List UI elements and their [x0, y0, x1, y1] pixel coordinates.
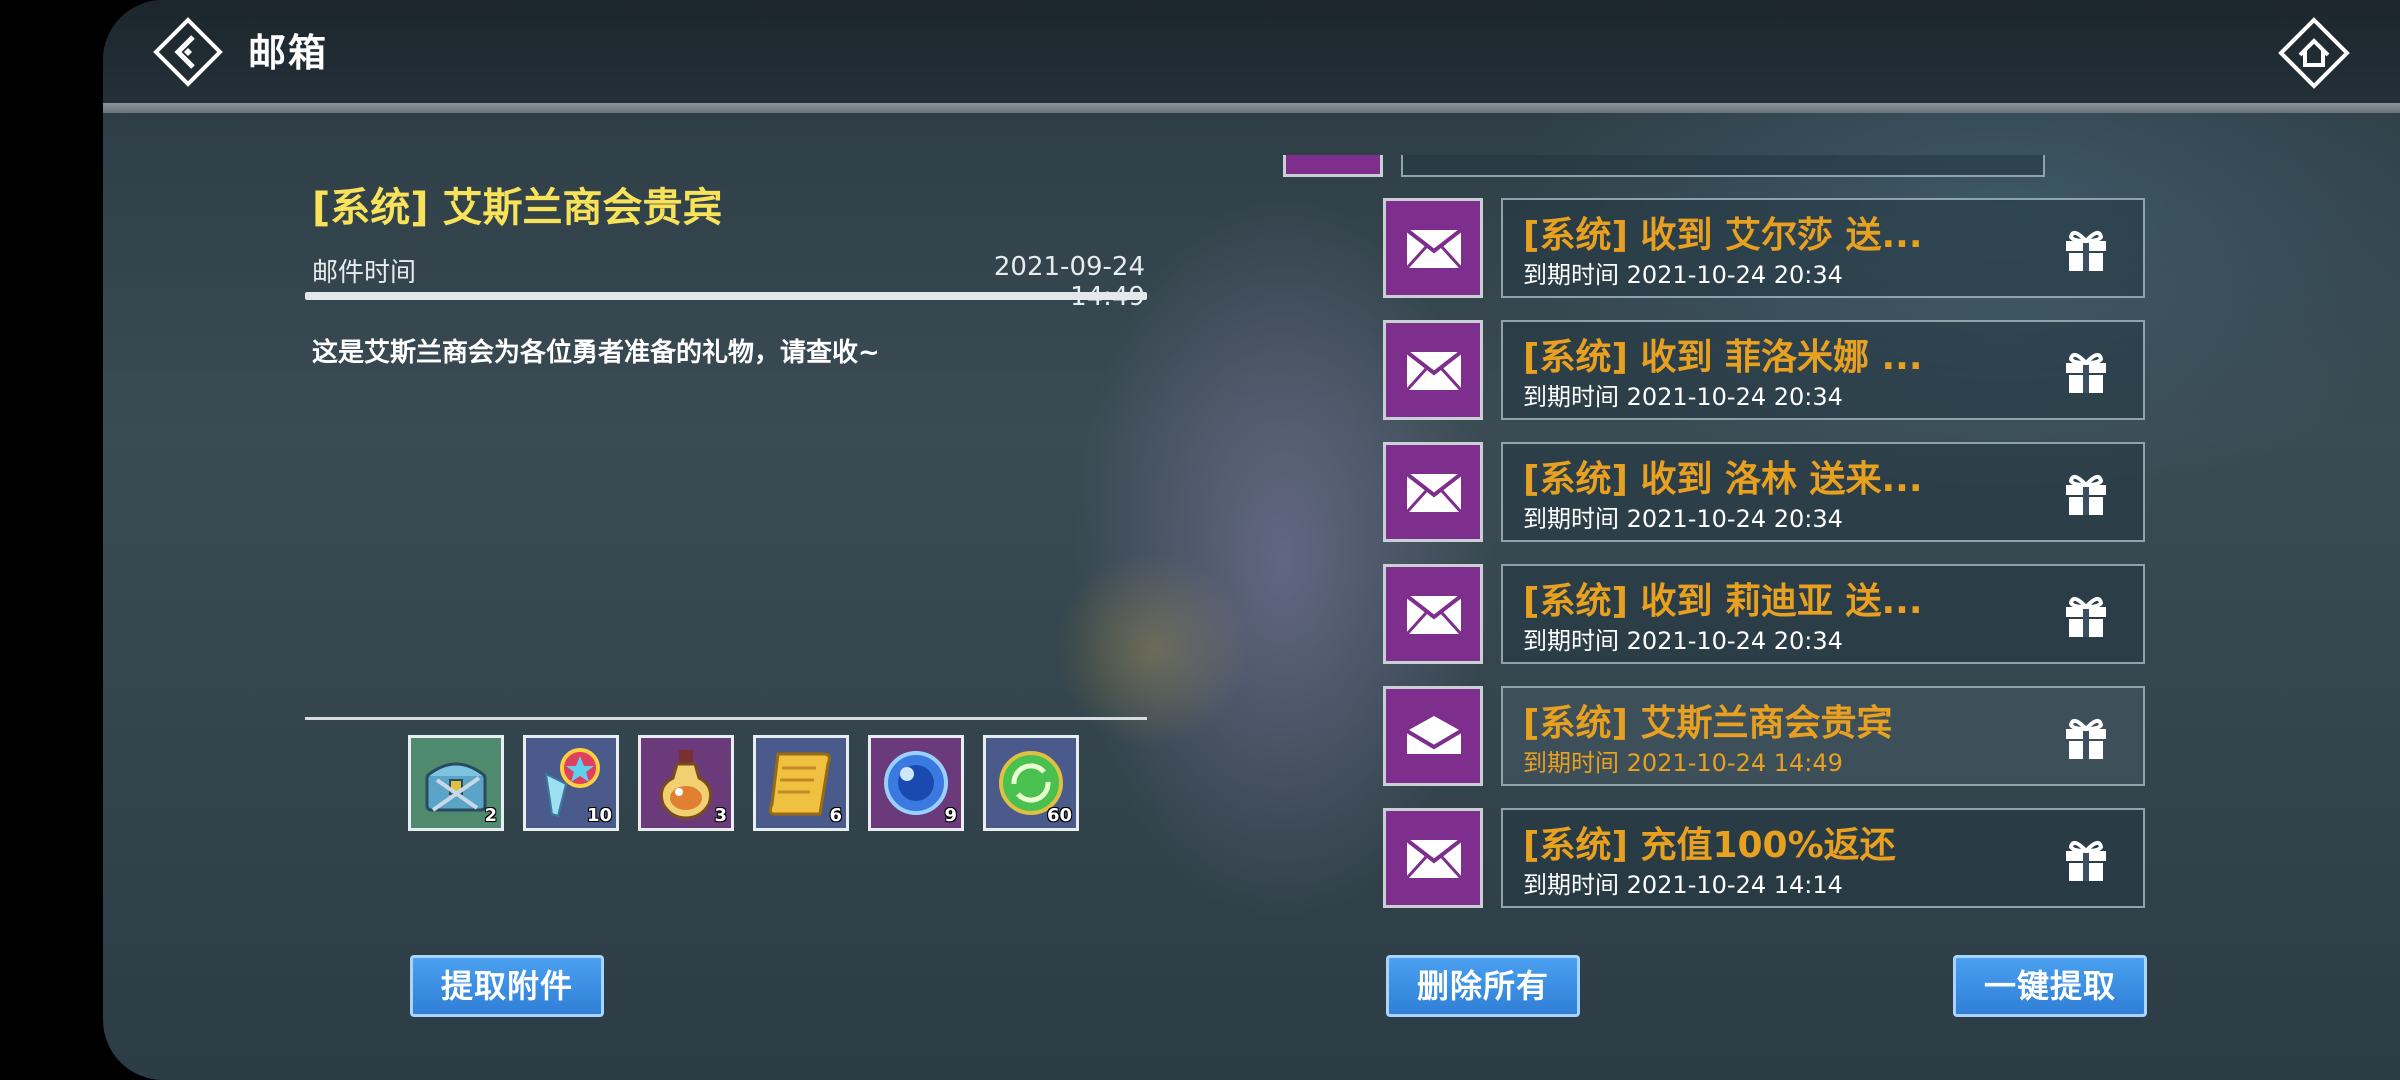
- attachment-item[interactable]: 3: [638, 735, 734, 831]
- header-divider: [103, 103, 2400, 113]
- back-arrow-icon: [153, 17, 223, 87]
- treasure-chest-icon: [425, 762, 487, 812]
- attachment-count: 10: [586, 805, 612, 826]
- scroll-icon: [768, 752, 831, 816]
- claim-all-button[interactable]: 一键提取: [1953, 955, 2147, 1017]
- attachment-count: 3: [714, 805, 727, 826]
- envelope-icon: [1383, 320, 1483, 420]
- open-envelope-icon: [1383, 686, 1483, 786]
- gift-icon: [2066, 474, 2106, 515]
- mail-item-expiry: 到期时间 2021-10-24 20:34: [1523, 627, 1843, 655]
- home-button[interactable]: [2278, 17, 2350, 89]
- mail-card[interactable]: [系统] 收到 菲洛米娜 ... 到期时间 2021-10-24 20:34: [1501, 320, 2145, 420]
- mail-item-title: [系统] 收到 菲洛米娜 ...: [1523, 337, 1923, 378]
- mail-item-title: [系统] 收到 艾尔莎 送...: [1523, 215, 1923, 256]
- envelope-icon: [1383, 198, 1483, 298]
- mail-body-text: 这是艾斯兰商会为各位勇者准备的礼物，请查收~: [312, 338, 880, 368]
- potion-icon: [659, 750, 713, 820]
- back-button[interactable]: [153, 17, 223, 87]
- mail-list-item[interactable]: [系统] 收到 莉迪亚 送... 到期时间 2021-10-24 20:34: [1383, 564, 2243, 668]
- mail-item-title: [系统] 艾斯兰商会贵宾: [1523, 703, 1893, 744]
- mail-item-expiry: 到期时间 2021-10-24 14:49: [1523, 749, 1843, 777]
- mail-item-expiry: 到期时间 2021-10-24 20:34: [1523, 261, 1843, 289]
- mail-list-item[interactable]: [系统] 收到 菲洛米娜 ... 到期时间 2021-10-24 20:34: [1383, 320, 2243, 424]
- mail-time-label: 邮件时间: [312, 258, 417, 288]
- home-icon: [2278, 17, 2350, 89]
- mail-card[interactable]: [系统] 充值100%返还 到期时间 2021-10-24 14:14: [1501, 808, 2145, 908]
- attachment-count: 2: [484, 805, 497, 826]
- attachment-item[interactable]: 6: [753, 735, 849, 831]
- envelope-icon: [1383, 442, 1483, 542]
- mail-item-title: [系统] 充值100%返还: [1523, 825, 1896, 866]
- attachment-divider: [305, 717, 1147, 720]
- attachment-count: 6: [829, 805, 842, 826]
- envelope-icon: [1383, 808, 1483, 908]
- attachment-item[interactable]: 10: [523, 735, 619, 831]
- detail-divider: [305, 292, 1147, 300]
- gift-icon: [2066, 596, 2106, 637]
- mail-list[interactable]: [系统] 收到 艾尔莎 送... 到期时间 2021-10-24 20:34 […: [1383, 198, 2243, 958]
- attachment-item[interactable]: 9: [868, 735, 964, 831]
- page-title: 邮箱: [248, 31, 329, 75]
- claim-attachment-button[interactable]: 提取附件: [410, 955, 604, 1017]
- mail-card[interactable]: [系统] 收到 莉迪亚 送... 到期时间 2021-10-24 20:34: [1501, 564, 2145, 664]
- attachment-item[interactable]: 2: [408, 735, 504, 831]
- mail-list-item-selected[interactable]: [系统] 艾斯兰商会贵宾 到期时间 2021-10-24 14:49: [1383, 686, 2243, 790]
- mail-item-expiry: 到期时间 2021-10-24 20:34: [1523, 505, 1843, 533]
- mail-time-value: 2021-09-24 14:49: [993, 252, 1145, 312]
- gift-icon: [2066, 230, 2106, 271]
- top-bar: 邮箱: [103, 0, 2400, 103]
- mail-item-title: [系统] 收到 莉迪亚 送...: [1523, 581, 1923, 622]
- gift-icon: [2066, 352, 2106, 393]
- gift-icon: [2066, 718, 2106, 759]
- mail-card[interactable]: [系统] 艾斯兰商会贵宾 到期时间 2021-10-24 14:49: [1501, 686, 2145, 786]
- mail-detail-title: [系统] 艾斯兰商会贵宾: [312, 185, 723, 231]
- list-item-partial: [1280, 155, 2140, 177]
- mail-list-item[interactable]: [系统] 收到 艾尔莎 送... 到期时间 2021-10-24 20:34: [1383, 198, 2243, 302]
- mail-item-expiry: 到期时间 2021-10-24 20:34: [1523, 383, 1843, 411]
- attachment-count: 60: [1046, 805, 1072, 826]
- delete-all-button[interactable]: 删除所有: [1386, 955, 1580, 1017]
- mail-list-item[interactable]: [系统] 收到 洛林 送来... 到期时间 2021-10-24 20:34: [1383, 442, 2243, 546]
- mail-card[interactable]: [系统] 收到 艾尔莎 送... 到期时间 2021-10-24 20:34: [1501, 198, 2145, 298]
- gift-icon: [2066, 840, 2106, 881]
- envelope-icon: [1383, 564, 1483, 664]
- mail-item-expiry: 到期时间 2021-10-24 14:14: [1523, 871, 1843, 899]
- attachment-count: 9: [944, 805, 957, 826]
- mail-list-item[interactable]: [系统] 充值100%返还 到期时间 2021-10-24 14:14: [1383, 808, 2243, 912]
- mail-card[interactable]: [系统] 收到 洛林 送来... 到期时间 2021-10-24 20:34: [1501, 442, 2145, 542]
- mail-item-title: [系统] 收到 洛林 送来...: [1523, 459, 1923, 500]
- attachment-item[interactable]: 60: [983, 735, 1079, 831]
